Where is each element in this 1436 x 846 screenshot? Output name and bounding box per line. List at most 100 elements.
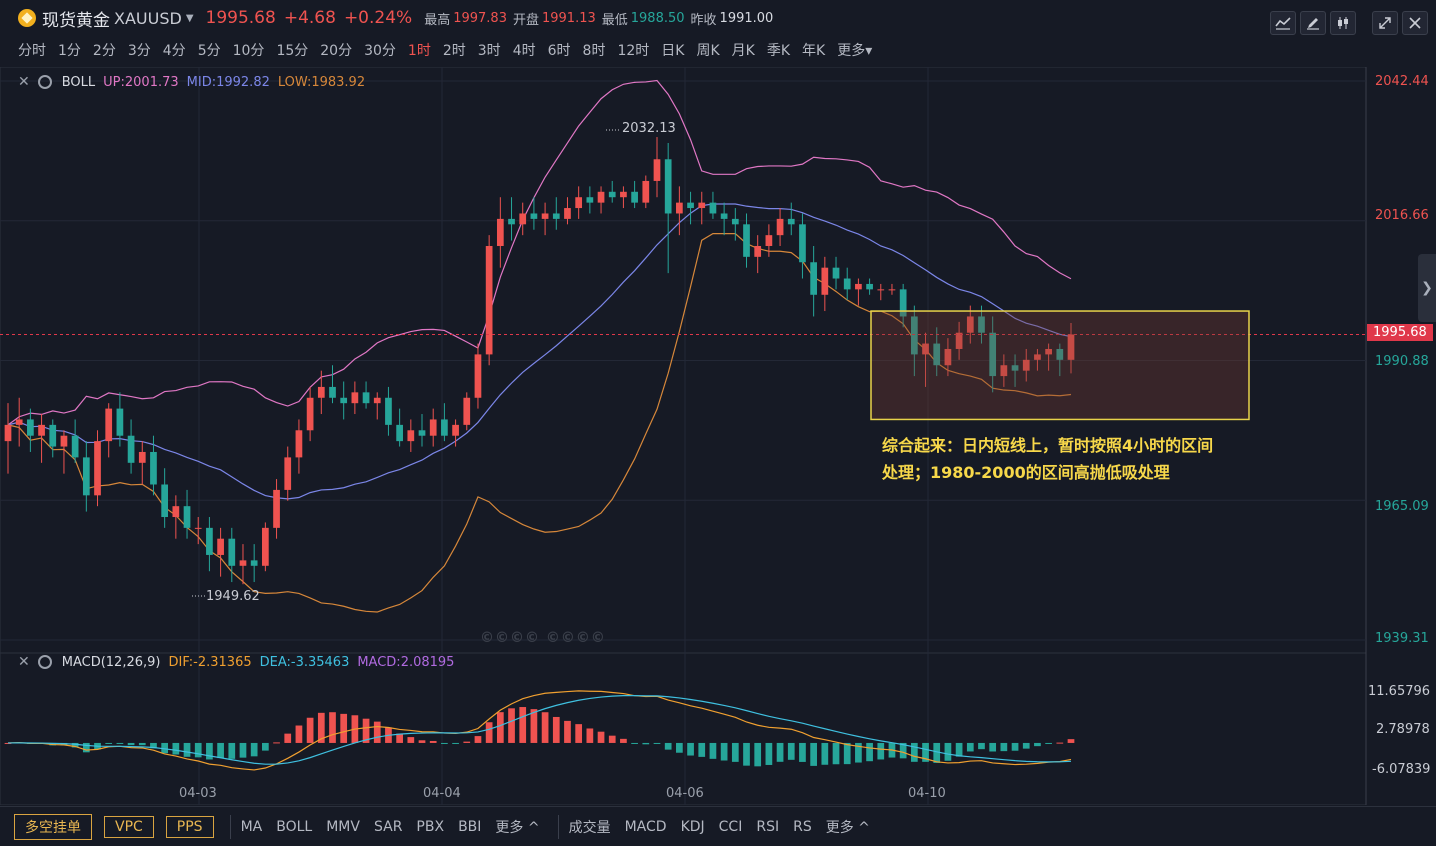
timeframe-4[interactable]: 4分	[163, 40, 186, 60]
sub-indicator-2[interactable]: KDJ	[681, 819, 705, 835]
timeframe-7[interactable]: 15分	[276, 40, 308, 60]
timeframe-2[interactable]: 2分	[93, 40, 116, 60]
candle-body	[720, 213, 728, 219]
candle-body	[496, 218, 504, 246]
sub-indicator-5[interactable]: RS	[793, 819, 812, 835]
macd-legend: ✕ MACD(12,26,9) DIF:-2.31365 DEA:-3.3546…	[18, 654, 454, 670]
annotation-line-2: 处理；1980-2000的区间高抛低吸处理	[882, 463, 1170, 482]
macd-bar	[664, 742, 672, 750]
macd-bar	[676, 742, 683, 753]
candle-body	[676, 202, 683, 214]
timeframe-19[interactable]: 月K	[732, 40, 755, 60]
macd-axis-label: -6.07839	[1372, 762, 1431, 777]
date-label: 04-03	[179, 786, 217, 801]
macd-bar	[821, 742, 829, 765]
price-change-pct: +0.24%	[343, 8, 413, 28]
main-indicator-0[interactable]: MA	[241, 819, 263, 835]
timeframe-10[interactable]: 1时	[408, 40, 431, 60]
macd-bar	[1011, 742, 1019, 751]
settings-gear-icon[interactable]	[37, 655, 52, 669]
price-chart[interactable]	[0, 67, 1436, 653]
macd-bar	[709, 742, 717, 759]
macd-bar	[1045, 742, 1052, 744]
high-value: 1997.83	[453, 10, 507, 26]
candle-body	[250, 560, 258, 566]
date-label: 04-04	[423, 786, 461, 801]
macd-bar	[765, 742, 773, 765]
timeframe-12[interactable]: 3时	[478, 40, 501, 60]
macd-chart[interactable]	[0, 653, 1436, 805]
main-indicator-5[interactable]: BBI	[458, 819, 481, 835]
timeframe-11[interactable]: 2时	[443, 40, 466, 60]
sub-indicator-4[interactable]: RSI	[756, 819, 779, 835]
timeframe-17[interactable]: 日K	[661, 40, 684, 60]
timeframe-14[interactable]: 6时	[548, 40, 571, 60]
candle-body	[138, 451, 146, 463]
timeframe-8[interactable]: 20分	[320, 40, 352, 60]
candle-body	[799, 224, 806, 263]
macd-bar	[474, 736, 482, 743]
timeframe-9[interactable]: 30分	[364, 40, 396, 60]
close-indicator-icon[interactable]: ✕	[18, 654, 30, 670]
macd-bar	[1056, 742, 1064, 744]
timeframe-1[interactable]: 1分	[58, 40, 81, 60]
candle-body	[206, 527, 213, 555]
timeframe-6[interactable]: 10分	[233, 40, 265, 60]
boll-legend: ✕ BOLL UP:2001.73 MID:1992.82 LOW:1983.9…	[18, 74, 365, 90]
timeframe-15[interactable]: 8时	[583, 40, 606, 60]
main-indicator-6[interactable]: 更多 ^	[495, 817, 539, 837]
candle-body	[407, 430, 415, 442]
timeframe-22[interactable]: 更多▾	[837, 40, 872, 60]
main-indicator-3[interactable]: SAR	[374, 819, 402, 835]
macd-bar	[776, 742, 784, 762]
timeframe-20[interactable]: 季K	[767, 40, 790, 60]
candle-body	[698, 202, 706, 209]
candle-body	[217, 538, 224, 555]
candle-body	[396, 424, 403, 442]
main-indicator-4[interactable]: PBX	[416, 819, 444, 835]
expand-icon[interactable]	[1372, 11, 1398, 35]
timeframe-21[interactable]: 年K	[802, 40, 825, 60]
tool-button-2[interactable]: PPS	[165, 815, 214, 838]
indicator-bar: 多空挂单 VPC PPS MA BOLL MMV SAR PBX BBI 更多 ^ 成交量 MACD K…	[0, 806, 1436, 846]
close-indicator-icon[interactable]: ✕	[18, 74, 30, 90]
timeframe-0[interactable]: 分时	[18, 40, 46, 60]
candle-body	[295, 430, 303, 458]
candle-body	[731, 218, 739, 225]
chevron-right-icon[interactable]: ❯	[1418, 254, 1436, 322]
sub-indicator-0[interactable]: 成交量	[569, 817, 611, 837]
symbol-code[interactable]: XAUUSD	[114, 9, 182, 28]
sub-indicator-6[interactable]: 更多 ^	[826, 817, 870, 837]
candle-body	[385, 397, 392, 425]
settings-gear-icon[interactable]	[37, 75, 52, 89]
tool-button-0[interactable]: 多空挂单	[14, 813, 92, 840]
candle-icon[interactable]	[1330, 11, 1356, 35]
symbol-name[interactable]: 现货黄金	[42, 6, 110, 31]
macd-bar	[608, 735, 616, 743]
candle-body	[687, 202, 694, 209]
main-indicator-2[interactable]: MMV	[326, 819, 360, 835]
pencil-icon[interactable]	[1300, 11, 1326, 35]
timeframe-18[interactable]: 周K	[696, 40, 719, 60]
line-tool-icon[interactable]	[1270, 11, 1296, 35]
candle	[262, 522, 269, 572]
prev-close-label: 昨收	[690, 12, 717, 28]
timeframe-5[interactable]: 5分	[198, 40, 221, 60]
chart-tools-right	[1368, 11, 1428, 35]
macd-bar	[597, 731, 605, 743]
sub-indicator-1[interactable]: MACD	[625, 819, 667, 835]
tool-button-1[interactable]: VPC	[104, 815, 154, 838]
timeframe-16[interactable]: 12时	[617, 40, 649, 60]
gold-logo-icon	[18, 9, 36, 27]
last-price: 1995.68	[205, 8, 276, 28]
macd-bar	[273, 742, 280, 744]
candle-body	[273, 489, 280, 528]
main-indicator-1[interactable]: BOLL	[276, 819, 312, 835]
candle-body	[485, 245, 493, 355]
sub-indicator-3[interactable]: CCI	[719, 819, 743, 835]
symbol-dropdown-icon[interactable]: ▼	[186, 13, 194, 24]
timeframe-3[interactable]: 3分	[128, 40, 151, 60]
close-icon[interactable]	[1402, 11, 1428, 35]
timeframe-13[interactable]: 4时	[513, 40, 536, 60]
candle-body	[262, 527, 269, 566]
